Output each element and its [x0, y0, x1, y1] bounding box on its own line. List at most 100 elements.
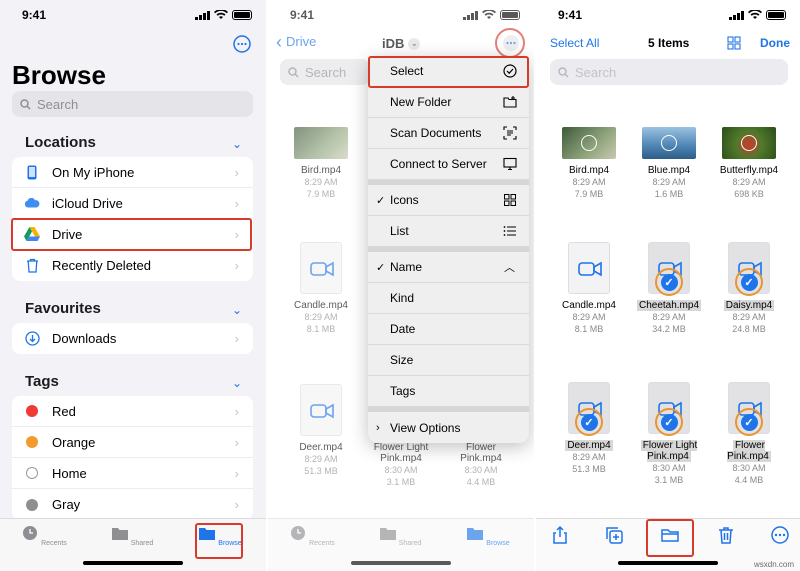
menu-label: Kind	[390, 291, 415, 305]
trash-icon[interactable]	[716, 525, 736, 545]
selected-checkmark-icon: ✓	[575, 408, 603, 436]
file-item-selected[interactable]: ✓ Deer.mp4 8:29 AM 51.3 MB	[549, 382, 629, 475]
tag-home[interactable]: Home ›	[12, 458, 253, 489]
tag-orange[interactable]: Orange ›	[12, 427, 253, 458]
done-button[interactable]: Done	[760, 36, 790, 50]
tab-shared[interactable]: Shared	[102, 525, 162, 547]
location-icloud-drive[interactable]: iCloud Drive ›	[12, 188, 253, 219]
status-bar: 9:41	[536, 8, 800, 24]
file-size: 1.6 MB	[654, 189, 684, 199]
hollow-dot-icon	[26, 467, 38, 479]
favourites-header[interactable]: Favourites	[25, 300, 101, 317]
chevron-up-icon: ︿	[504, 262, 515, 274]
menu-item-list[interactable]: List	[368, 216, 529, 247]
browse-tab-highlight	[195, 523, 243, 559]
tag-red[interactable]: Red ›	[12, 396, 253, 427]
more-options-icon[interactable]	[770, 525, 790, 545]
signal-icon	[729, 10, 744, 20]
location-on-my-iphone[interactable]: On My iPhone ›	[12, 157, 253, 188]
file-time: 8:29 AM	[572, 452, 606, 462]
menu-label: Size	[390, 353, 414, 367]
tab-recents[interactable]: Recents	[14, 525, 74, 547]
menu-label: Connect to Server	[390, 157, 487, 171]
file-item-selected[interactable]: ✓ Cheetah.mp4 8:29 AM 34.2 MB	[629, 242, 709, 335]
duplicate-icon[interactable]	[604, 525, 624, 545]
scan-icon	[503, 126, 517, 140]
share-icon[interactable]	[550, 525, 570, 545]
selected-checkmark-icon: ✓	[655, 268, 683, 296]
location-label: On My iPhone	[52, 164, 135, 180]
file-item[interactable]: Blue.mp4 8:29 AM 1.6 MB	[629, 127, 709, 200]
chevron-down-icon[interactable]: ⌄	[232, 376, 242, 390]
status-icons	[729, 10, 786, 20]
unselected-circle-icon	[741, 135, 757, 151]
menu-item-sort-date[interactable]: Date	[368, 314, 529, 345]
file-time: 8:29 AM	[572, 177, 606, 187]
menu-item-icons[interactable]: ✓ Icons	[368, 185, 529, 216]
menu-item-sort-size[interactable]: Size	[368, 345, 529, 376]
video-thumbnail	[562, 127, 616, 159]
locations-header[interactable]: Locations	[25, 134, 96, 151]
tags-list: Red › Orange › Home › Gray ›	[12, 396, 253, 520]
status-icons	[195, 10, 252, 20]
red-dot-icon	[26, 405, 38, 417]
file-time: 8:29 AM	[732, 312, 766, 322]
location-recently-deleted[interactable]: Recently Deleted ›	[12, 250, 253, 281]
unselected-circle-icon	[661, 135, 677, 151]
tag-label: Gray	[52, 497, 81, 512]
grid-icon	[504, 194, 516, 206]
menu-item-sort-tags[interactable]: Tags	[368, 376, 529, 407]
checkmark-icon: ✓	[376, 261, 386, 274]
chevron-right-icon: ›	[234, 434, 239, 450]
tags-header[interactable]: Tags	[25, 373, 59, 390]
file-item-selected[interactable]: ✓ Flower Pink.mp4 8:30 AM 4.4 MB	[709, 382, 789, 486]
file-name: Blue.mp4	[647, 165, 691, 176]
menu-label: New Folder	[390, 95, 452, 109]
search-icon	[20, 98, 31, 110]
video-thumbnail	[722, 127, 776, 159]
cloud-icon	[24, 195, 40, 211]
file-item[interactable]: Bird.mp4 8:29 AM 7.9 MB	[549, 127, 629, 200]
select-mode-screen: 9:41 Select All 5 Items Done Search Bird…	[536, 0, 800, 571]
tab-bar: Recents Shared Browse	[0, 518, 266, 571]
more-options-icon[interactable]	[233, 35, 251, 53]
grid-view-icon[interactable]	[727, 36, 741, 50]
video-file-icon	[568, 242, 610, 294]
favourite-downloads[interactable]: Downloads ›	[12, 323, 253, 354]
wifi-icon	[748, 10, 762, 19]
menu-label: Scan Documents	[390, 126, 482, 140]
chevron-down-icon[interactable]: ⌄	[232, 137, 242, 151]
menu-item-sort-kind[interactable]: Kind	[368, 283, 529, 314]
status-time: 9:41	[558, 8, 583, 22]
home-indicator	[83, 561, 183, 565]
file-size: 698 KB	[734, 189, 764, 199]
chevron-right-icon: ›	[234, 465, 239, 481]
trash-icon	[24, 258, 40, 274]
video-thumbnail	[642, 127, 696, 159]
menu-item-new-folder[interactable]: New Folder	[368, 87, 529, 118]
menu-item-connect-to-server[interactable]: Connect to Server	[368, 149, 529, 180]
file-name: Candle.mp4	[562, 300, 616, 311]
location-label: Recently Deleted	[52, 258, 151, 273]
selected-checkmark-icon: ✓	[655, 408, 683, 436]
list-icon	[503, 226, 516, 236]
wifi-icon	[214, 10, 228, 19]
tab-label: Shared	[130, 540, 154, 547]
menu-item-view-options[interactable]: › View Options	[368, 412, 529, 443]
file-time: 8:29 AM	[572, 312, 606, 322]
select-all-button[interactable]: Select All	[550, 36, 599, 50]
file-item[interactable]: Candle.mp4 8:29 AM 8.1 MB	[549, 242, 629, 335]
tag-gray[interactable]: Gray ›	[12, 489, 253, 520]
download-icon	[24, 331, 40, 347]
menu-item-scan-documents[interactable]: Scan Documents	[368, 118, 529, 149]
search-field[interactable]: Search	[12, 91, 253, 117]
file-item-selected[interactable]: ✓ Flower Light Pink.mp4 8:30 AM 3.1 MB	[629, 382, 709, 486]
menu-item-sort-name[interactable]: ✓ Name ︿	[368, 252, 529, 283]
file-item-selected[interactable]: ✓ Daisy.mp4 8:29 AM 24.8 MB	[709, 242, 789, 335]
file-time: 8:29 AM	[652, 177, 686, 187]
file-item[interactable]: Butterfly.mp4 8:29 AM 698 KB	[709, 127, 789, 200]
chevron-down-icon[interactable]: ⌄	[232, 303, 242, 317]
file-size: 7.9 MB	[574, 189, 604, 199]
selected-checkmark-icon: ✓	[735, 408, 763, 436]
search-field[interactable]: Search	[550, 59, 788, 85]
